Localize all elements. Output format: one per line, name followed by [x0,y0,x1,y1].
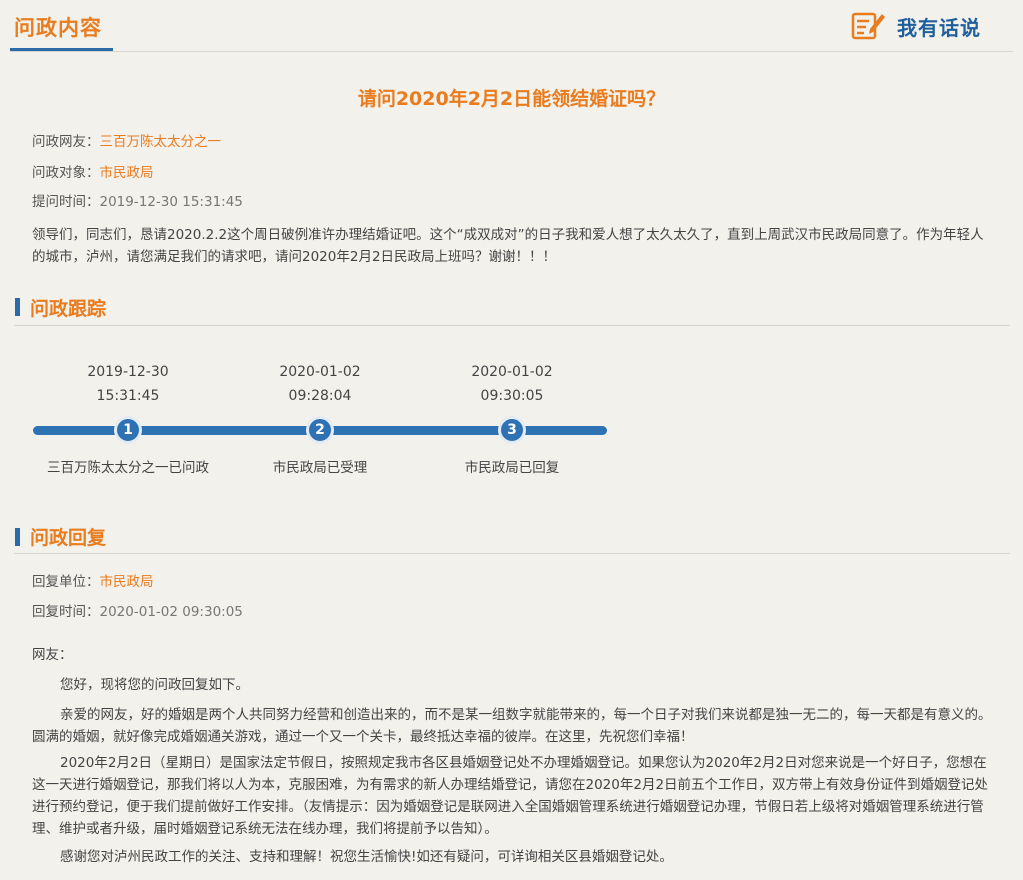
timeline-caption-1: 三百万陈太太分之一已问政 [47,460,209,476]
timeline-date: 2020-01-02 [279,364,361,380]
reply-time-row: 回复时间：2020-01-02 09:30:05 [32,600,243,620]
page-section-title: 问政内容 [14,16,102,40]
reply-time-value: 2020-01-02 09:30:05 [99,604,243,620]
section-marker [15,298,20,316]
reply-paragraph-2: 亲爱的网友，好的婚姻是两个人共同努力经营和创造出来的，而不是某一组数字就能带来的… [32,707,992,745]
netizen-label: 问政网友： [32,134,100,150]
header-divider [10,51,1013,52]
reply-paragraph-4: 感谢您对泸州民政工作的关注、支持和理解！祝您生活愉快!如还有疑问，可详询相关区县… [60,849,673,865]
netizen-value[interactable]: 三百万陈太太分之一 [100,134,222,150]
timeline-node-2: 2 [306,416,334,444]
question-title: 请问2020年2月2日能领结婚证吗？ [357,88,666,110]
question-time-row: 提问时间：2019-12-30 15:31:45 [32,190,243,210]
target-value[interactable]: 市民政局 [100,165,154,181]
tracking-divider [14,325,1010,326]
timeline-node-3: 3 [498,416,526,444]
reply-greeting: 网友： [32,647,73,663]
netizen-row: 问政网友：三百万陈太太分之一 [32,130,221,150]
timeline-date-2: 2020-01-02 09:28:04 [260,360,380,408]
timeline-time: 09:30:05 [480,388,544,404]
timeline-date-3: 2020-01-02 09:30:05 [452,360,572,408]
target-label: 问政对象： [32,165,100,181]
timeline-date: 2019-12-30 [87,364,169,380]
timeline-time: 15:31:45 [96,388,160,404]
reply-divider [14,553,1010,554]
question-time-label: 提问时间： [32,194,100,210]
reply-paragraph-3: 2020年2月2日（星期日）是国家法定节假日，按照规定我市各区县婚姻登记处不办理… [32,755,989,837]
reply-unit-row: 回复单位：市民政局 [32,570,154,590]
speak-button[interactable]: 我有话说 [851,10,981,42]
tracking-title: 问政跟踪 [30,298,107,320]
timeline-caption-3: 市民政局已回复 [464,460,560,476]
timeline-date-1: 2019-12-30 15:31:45 [68,360,188,408]
question-content: 领导们，同志们，恳请2020.2.2这个周日破例准许办理结婚证吧。这个“成双成对… [32,227,984,265]
section-marker [15,528,20,546]
question-time-value: 2019-12-30 15:31:45 [99,194,243,210]
pencil-note-icon [851,12,885,40]
timeline-caption-2: 市民政局已受理 [272,460,368,476]
timeline-time: 09:28:04 [288,388,352,404]
reply-paragraph-1: 您好，现将您的问政回复如下。 [60,677,249,693]
target-row: 问政对象：市民政局 [32,161,154,181]
reply-time-label: 回复时间： [32,604,100,620]
timeline-node-1: 1 [114,416,142,444]
reply-unit-label: 回复单位： [32,574,100,590]
reply-unit-value[interactable]: 市民政局 [100,574,154,590]
timeline-date: 2020-01-02 [471,364,553,380]
reply-title: 问政回复 [30,527,107,549]
speak-button-label: 我有话说 [897,15,981,40]
